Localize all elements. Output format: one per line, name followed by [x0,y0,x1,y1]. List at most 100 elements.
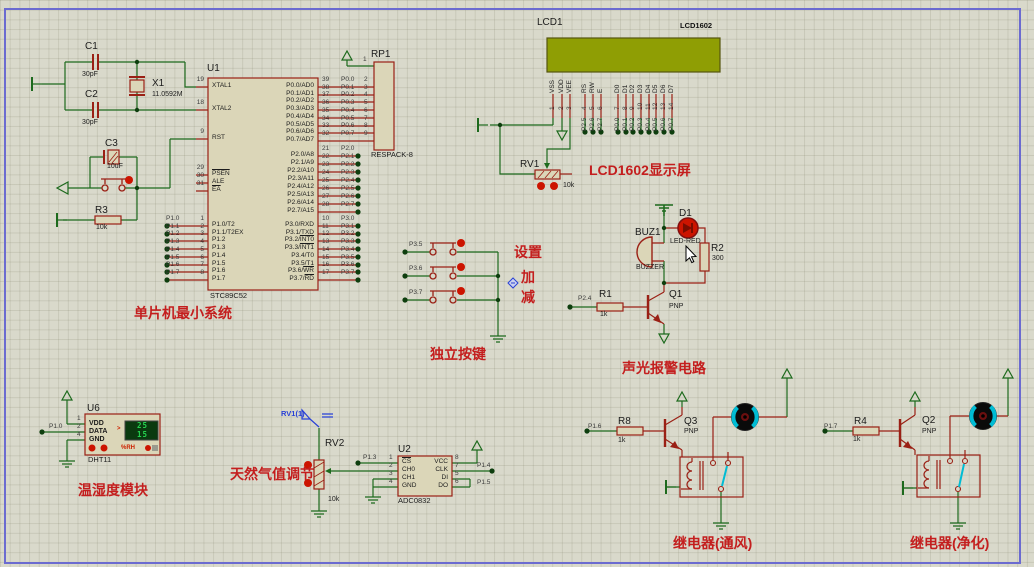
rp1-pin-num: 8 [364,122,368,129]
rp1-pin-num: 2 [364,76,368,83]
relay-purify[interactable] [916,454,981,498]
u1-pin-num: 23 [322,161,330,168]
u1-pin-name: P2.3/A11 [287,175,314,182]
u1-pin-num: 21 [322,145,330,152]
u1-pin-name: P3.0/RXD [285,221,314,228]
lcd1602-screen[interactable] [546,37,721,73]
u1-pin-num: 14 [322,246,330,253]
rp1-part: RESPACK-8 [371,150,413,159]
respack-rp1[interactable] [373,61,395,151]
r3-ref: R3 [95,205,108,216]
rv1-value: 10k [563,182,575,189]
capacitor-c2[interactable] [92,102,99,118]
u1-part: STC89C52 [210,291,248,300]
u2-ref: U2 [398,444,411,455]
caption-relay-purify: 继电器(净化) [910,535,990,551]
u1-pin-name: P2.5/A13 [287,191,314,198]
net-label: P0.3 [341,99,355,106]
u6-pin-name: VDD [89,420,104,427]
resistor-r2[interactable] [699,242,710,272]
u1-pin-num: 10 [322,215,330,222]
lcd-pin-name: D7 [668,84,675,93]
u1-pin-num: 17 [322,269,330,276]
caption-relay-fan: 继电器(通风) [673,535,753,551]
net-label: P0.2 [341,91,355,98]
u1-pin-num: 27 [322,193,330,200]
marker-diamond-icon [507,277,519,289]
u1-pin-num: 28 [322,201,330,208]
u1-pin-name: P2.7/A15 [287,207,314,214]
reset-button[interactable] [101,176,133,192]
u1-pin-num: 32 [322,130,330,137]
u1-pin-num: 39 [322,76,330,83]
caption-key-minus: 减 [521,289,535,305]
net-label: P3.7 [409,289,423,296]
lcd-pin-name: D0 [614,84,621,93]
net-label: P1.7 [824,423,838,430]
c3-ref: C3 [105,138,118,149]
lcd-pin-num: 9 [629,106,636,110]
net-label: P2.0 [341,145,355,152]
u6-pin-name: GND [89,436,105,443]
u6-display-temp: 25 [137,421,149,430]
net-label: P2.4 [578,295,592,302]
r1-value: 1k [600,311,608,318]
u1-pin-num: 7 [200,261,204,268]
transistor-q1[interactable] [646,295,661,323]
net-label: P1.3 [166,238,180,245]
lcd-pin-num: 12 [652,102,659,110]
rv1-ref: RV1 [520,159,540,170]
crystal-x1[interactable] [129,76,145,96]
lcd-pin-name: VEE [566,79,573,93]
caption-key-plus: 加 [521,269,535,285]
u1-pin-num: 16 [322,261,330,268]
c2-ref: C2 [85,89,98,100]
mouse-cursor-icon [685,244,698,264]
u1-pin-num: 22 [322,153,330,160]
net-label: P3.7 [341,269,355,276]
u1-pin-name: P2.2/A10 [287,167,314,174]
net-label: P0.0 [614,117,621,131]
net-label: P0.6 [660,117,667,131]
u2-pin-num: 2 [389,462,393,469]
lcd-pin-num: 3 [566,106,573,110]
d1-ref: D1 [679,208,692,219]
u1-pin-num: 13 [322,238,330,245]
u1-pin-num: 31 [196,180,204,187]
q3-ref: Q3 [684,416,698,427]
r8-ref: R8 [618,416,631,427]
lcd-ref: LCD1 [537,17,563,28]
u1-pin-name: P2.0/A8 [290,151,314,158]
c2-value: 30pF [82,119,98,126]
ground-arrow-left-icon [55,180,69,196]
voltage-probe-icon[interactable] [301,408,333,428]
u6-pin-num: 1 [77,415,81,422]
u2-pin-num: 7 [455,462,459,469]
lcd-pin-num: 1 [549,106,556,110]
u1-pin-name: P0.6/AD6 [286,128,314,135]
u1-ref: U1 [207,63,220,74]
capacitor-c1[interactable] [92,54,99,70]
u1-pin-num: 4 [200,238,204,245]
net-label: P2.3 [341,169,355,176]
resistor-r4[interactable] [852,426,880,436]
net-label: P2.2 [341,161,355,168]
u1-pin-name: P2.6/A14 [287,199,314,206]
resistor-r8[interactable] [616,426,644,436]
u6-pin-num: 2 [77,423,81,430]
resistor-r3[interactable] [94,215,122,225]
led-d1[interactable] [677,217,699,239]
motor-fan[interactable] [731,403,759,431]
u1-pin-name: P0.4/AD4 [286,113,314,120]
lcd-pin-num: 5 [589,106,596,110]
u1-pin-name: P0.0/AD0 [286,82,314,89]
motor-purify[interactable] [969,402,997,430]
caption-keys: 独立按键 [430,346,486,362]
relay-fan[interactable] [679,456,744,498]
lcd-pin-name: RW [589,82,596,93]
net-label: P2.5 [341,185,355,192]
capacitor-c3[interactable] [103,149,120,165]
resistor-r1[interactable] [596,302,624,312]
u1-pin-name: P0.2/AD2 [286,97,314,104]
buzzer-buz1[interactable] [636,236,653,268]
